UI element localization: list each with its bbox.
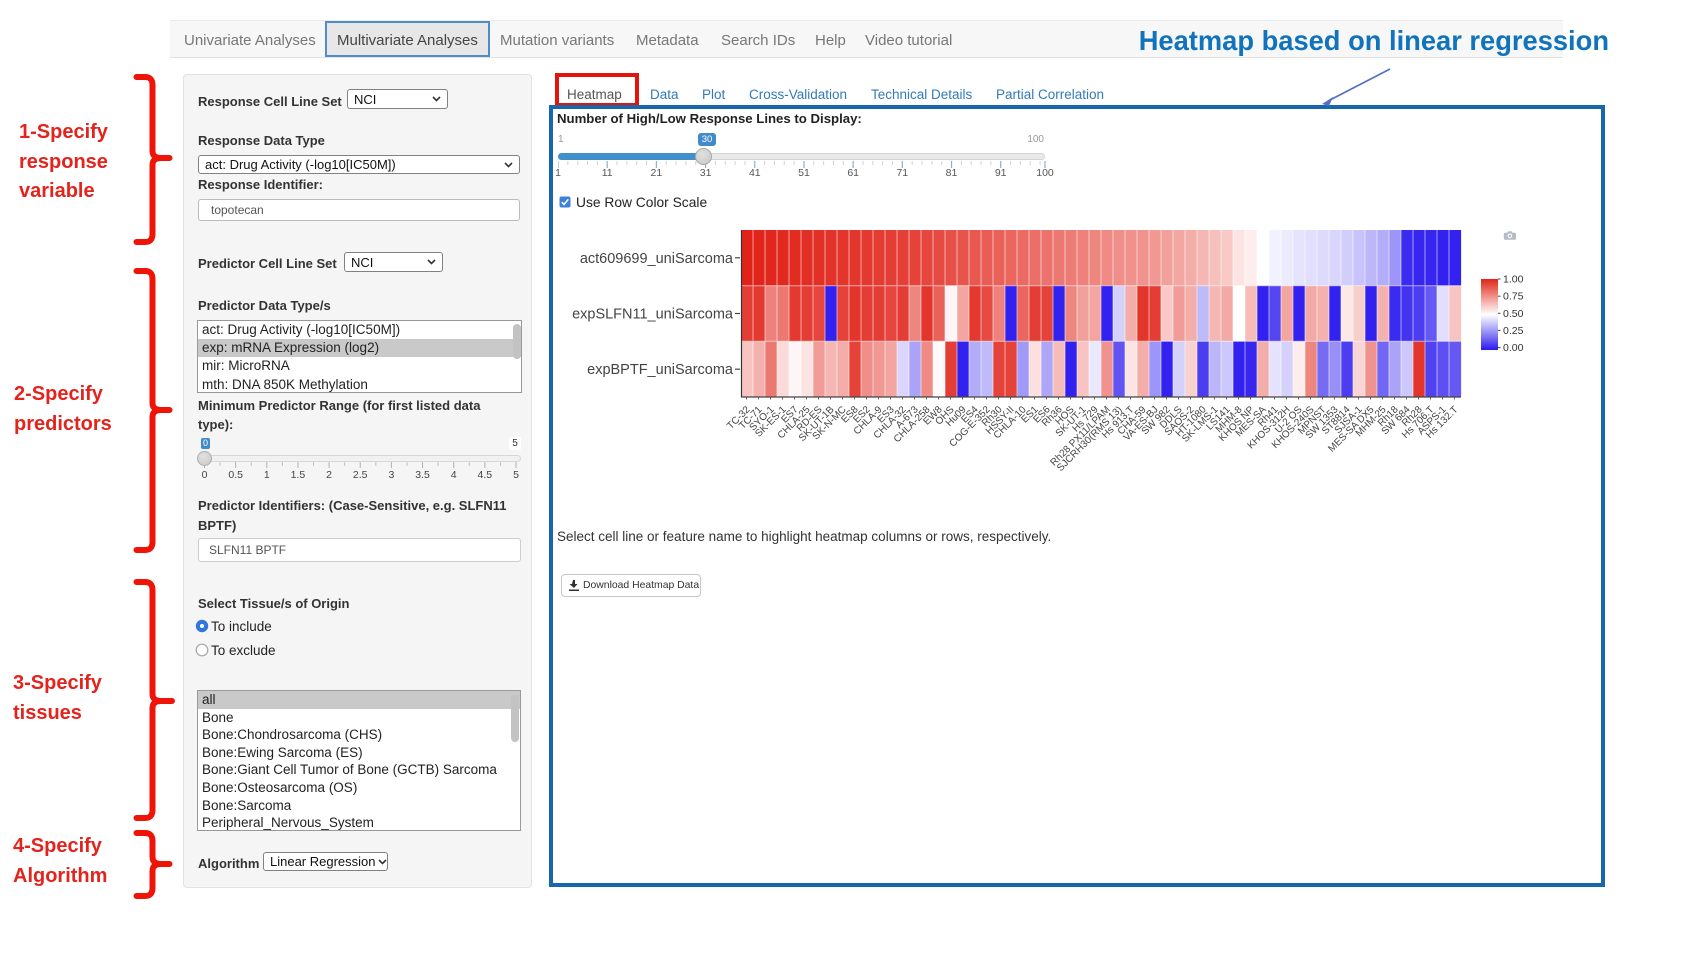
svg-text:0.75: 0.75 [1503, 291, 1524, 303]
svg-text:0.25: 0.25 [1503, 325, 1524, 337]
svg-text:1.00: 1.00 [1503, 274, 1524, 286]
svg-text:expBPTF_uniSarcoma: expBPTF_uniSarcoma [587, 362, 734, 378]
svg-text:0.50: 0.50 [1503, 308, 1524, 320]
svg-text:expSLFN11_uniSarcoma: expSLFN11_uniSarcoma [572, 307, 734, 323]
svg-text:act609699_uniSarcoma: act609699_uniSarcoma [580, 251, 734, 267]
svg-text:0.00: 0.00 [1503, 342, 1524, 354]
